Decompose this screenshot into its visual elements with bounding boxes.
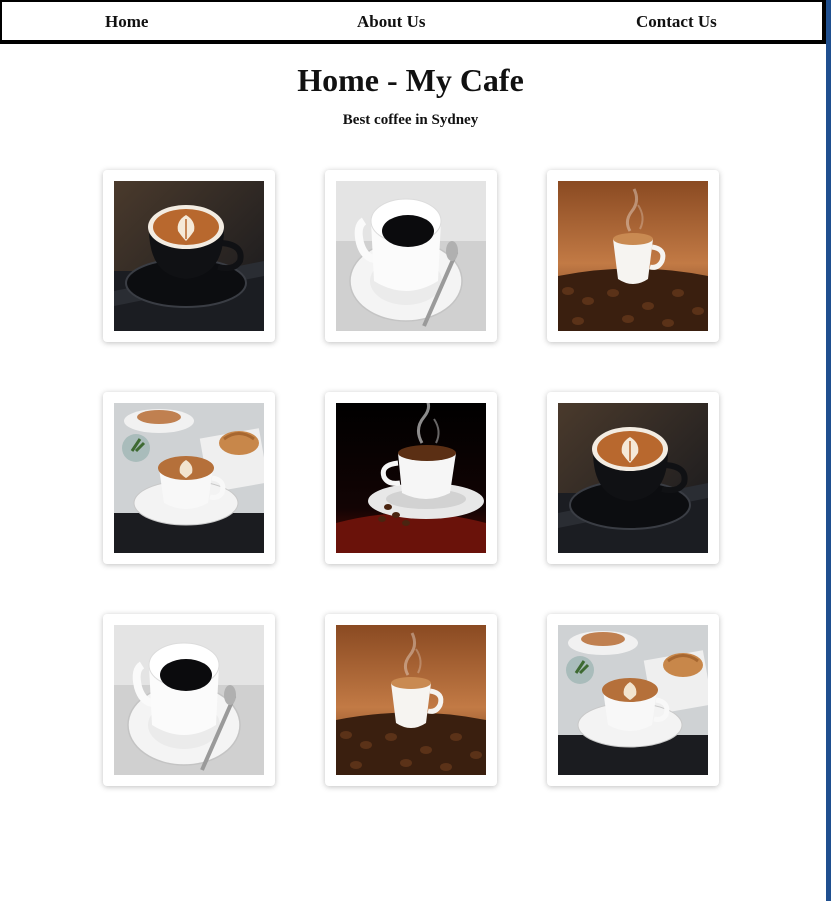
gallery-card — [103, 170, 275, 342]
gallery-card — [547, 170, 719, 342]
gallery-card — [325, 392, 497, 564]
page-subtitle: Best coffee in Sydney — [342, 112, 479, 128]
coffee-photo-latte-dark-cup — [114, 181, 264, 331]
top-nav: Home About Us Contact Us — [0, 0, 826, 44]
coffee-photo-latte-dark-cup — [558, 403, 708, 553]
coffee-photo-latte-with-pastry — [558, 625, 708, 775]
coffee-photo-black-coffee-white-cup — [114, 625, 264, 775]
window-edge — [826, 0, 831, 901]
nav-home-link[interactable]: Home — [105, 12, 148, 32]
gallery-card — [325, 614, 497, 786]
gallery-card — [103, 614, 275, 786]
coffee-photo-black-coffee-white-cup — [336, 181, 486, 331]
coffee-photo-latte-with-pastry — [114, 403, 264, 553]
gallery-card — [325, 170, 497, 342]
nav-contact-link[interactable]: Contact Us — [636, 12, 717, 32]
coffee-photo-espresso-on-beans — [336, 625, 486, 775]
gallery-card — [103, 392, 275, 564]
coffee-photo-espresso-on-beans — [558, 181, 708, 331]
nav-about-link[interactable]: About Us — [357, 12, 426, 32]
coffee-gallery — [103, 170, 723, 790]
page-title: Home - My Cafe — [297, 62, 524, 98]
gallery-card — [547, 392, 719, 564]
gallery-card — [547, 614, 719, 786]
page: Home About Us Contact Us Home - My Cafe … — [0, 0, 831, 901]
coffee-photo-steaming-cup-dark — [336, 403, 486, 553]
